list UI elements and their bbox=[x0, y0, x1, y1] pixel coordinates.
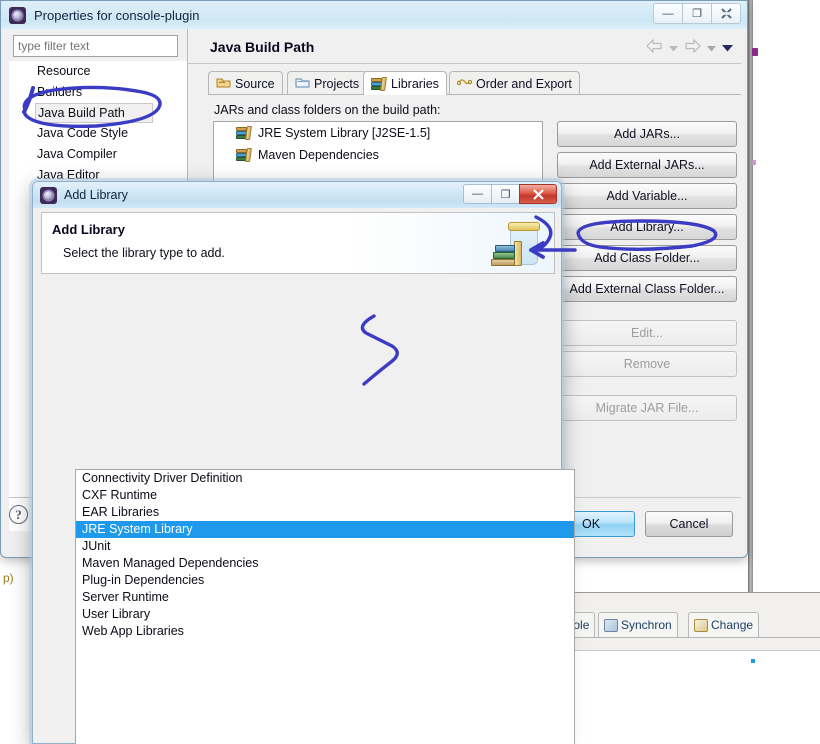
sidebar-item-java-build-path[interactable]: Java Build Path bbox=[35, 103, 153, 123]
tab-projects[interactable]: Projects bbox=[287, 71, 368, 95]
add-external-class-folder-button[interactable]: Add External Class Folder... bbox=[557, 276, 737, 302]
eclipse-icon bbox=[9, 6, 26, 24]
background-tab-change-sets[interactable]: Change bbox=[688, 612, 760, 637]
search-input[interactable] bbox=[13, 35, 178, 57]
list-item[interactable]: JUnit bbox=[76, 538, 574, 555]
background-editor-area bbox=[560, 650, 820, 744]
tab-label: Source bbox=[235, 76, 275, 91]
background-marker-1 bbox=[752, 48, 758, 56]
properties-titlebar[interactable]: Properties for console-plugin bbox=[1, 1, 747, 29]
list-item-label: JRE System Library [J2SE-1.5] bbox=[258, 126, 431, 140]
add-variable-button[interactable]: Add Variable... bbox=[557, 183, 737, 209]
remove-button[interactable]: Remove bbox=[557, 351, 737, 377]
list-item[interactable]: Maven Managed Dependencies bbox=[76, 555, 574, 572]
jar-lid bbox=[508, 222, 540, 231]
minimize-button[interactable]: — bbox=[653, 3, 683, 24]
classpath-list-label: JARs and class folders on the build path… bbox=[214, 103, 441, 117]
screen-root: onsole Synchron Change p) Properties for… bbox=[0, 0, 820, 744]
edit-button[interactable]: Edit... bbox=[557, 320, 737, 346]
source-folder-icon bbox=[216, 76, 231, 92]
jar-book bbox=[514, 241, 522, 266]
view-menu-chevron-down-icon[interactable] bbox=[722, 41, 733, 55]
minimize-button[interactable]: — bbox=[463, 184, 492, 204]
library-type-list[interactable]: Connectivity Driver Definition CXF Runti… bbox=[75, 469, 575, 744]
list-item-label: Maven Dependencies bbox=[258, 148, 379, 162]
add-library-header: Add Library Select the library type to a… bbox=[41, 212, 555, 274]
page-navigation bbox=[646, 38, 733, 56]
add-library-window-title: Add Library bbox=[64, 188, 128, 202]
tab-label: Projects bbox=[314, 76, 360, 91]
background-marker-2 bbox=[752, 160, 756, 165]
background-marker-3 bbox=[751, 659, 755, 663]
libraries-books-icon bbox=[371, 76, 387, 91]
jar-book bbox=[493, 252, 515, 259]
list-item[interactable]: JRE System Library [J2SE-1.5] bbox=[214, 122, 542, 144]
list-item[interactable]: Plug-in Dependencies bbox=[76, 572, 574, 589]
tab-source[interactable]: Source bbox=[208, 71, 283, 95]
wizard-title: Add Library bbox=[52, 222, 125, 237]
library-books-icon bbox=[236, 126, 252, 140]
tab-libraries[interactable]: Libraries bbox=[363, 71, 447, 95]
eclipse-icon bbox=[40, 186, 57, 204]
classpath-button-column: Add JARs... Add External JARs... Add Var… bbox=[557, 121, 737, 426]
help-glyph: ? bbox=[9, 505, 28, 524]
background-tab-label: Change bbox=[711, 618, 754, 632]
tab-order-and-export[interactable]: Order and Export bbox=[449, 71, 580, 95]
arrow-right-icon[interactable] bbox=[684, 38, 701, 56]
chevron-down-icon[interactable] bbox=[707, 41, 716, 55]
build-path-tabs: Source Projects Libraries Order and Expo… bbox=[208, 71, 741, 95]
chevron-down-icon[interactable] bbox=[669, 41, 678, 55]
background-tab-synchronize[interactable]: Synchron bbox=[598, 612, 678, 637]
list-item[interactable]: Web App Libraries bbox=[76, 623, 574, 640]
maximize-button[interactable]: ❐ bbox=[682, 3, 712, 24]
properties-window-buttons: — ❐ bbox=[653, 3, 741, 24]
library-books-icon bbox=[236, 148, 252, 162]
migrate-jar-file-button[interactable]: Migrate JAR File... bbox=[557, 395, 737, 421]
list-item-selected[interactable]: JRE System Library bbox=[76, 521, 574, 538]
background-tab-label: Synchron bbox=[621, 618, 672, 632]
list-item[interactable]: Server Runtime bbox=[76, 589, 574, 606]
header-separator bbox=[188, 63, 741, 64]
change-sets-icon bbox=[694, 618, 708, 632]
sidebar-item-resource[interactable]: Resource bbox=[9, 61, 187, 82]
close-glyph bbox=[720, 8, 732, 19]
list-item[interactable]: CXF Runtime bbox=[76, 487, 574, 504]
button-group-gap bbox=[557, 307, 737, 320]
close-icon[interactable] bbox=[711, 3, 741, 24]
arrow-left-icon[interactable] bbox=[646, 38, 663, 56]
tab-label: Order and Export bbox=[476, 76, 572, 91]
list-item[interactable]: EAR Libraries bbox=[76, 504, 574, 521]
add-library-window-buttons: — ❐ bbox=[463, 184, 557, 204]
maximize-button[interactable]: ❐ bbox=[491, 184, 520, 204]
wizard-subtitle: Select the library type to add. bbox=[63, 246, 225, 260]
add-class-folder-button[interactable]: Add Class Folder... bbox=[557, 245, 737, 271]
list-item[interactable]: Maven Dependencies bbox=[214, 144, 542, 166]
synchronize-icon bbox=[604, 618, 618, 632]
cancel-button[interactable]: Cancel bbox=[645, 511, 733, 537]
add-library-button[interactable]: Add Library... bbox=[557, 214, 737, 240]
background-window-edge bbox=[748, 0, 753, 620]
properties-window-title: Properties for console-plugin bbox=[34, 7, 200, 23]
tab-label: Libraries bbox=[391, 76, 439, 91]
add-external-jars-button[interactable]: Add External JARs... bbox=[557, 152, 737, 178]
sidebar-item-java-compiler[interactable]: Java Compiler bbox=[9, 144, 187, 165]
order-export-icon bbox=[456, 76, 473, 92]
background-partial-text: p) bbox=[3, 571, 14, 585]
add-jars-button[interactable]: Add JARs... bbox=[557, 121, 737, 147]
list-item[interactable]: Connectivity Driver Definition bbox=[76, 470, 574, 487]
list-item[interactable]: User Library bbox=[76, 606, 574, 623]
close-glyph bbox=[532, 188, 544, 200]
sidebar-item-java-code-style[interactable]: Java Code Style bbox=[9, 123, 187, 144]
add-library-dialog: Add Library — ❐ Add Library Select the l… bbox=[29, 178, 575, 744]
close-icon[interactable] bbox=[519, 184, 557, 204]
jar-book bbox=[491, 259, 515, 266]
button-group-gap bbox=[557, 382, 737, 395]
jar-book bbox=[495, 245, 515, 252]
projects-folder-icon bbox=[295, 76, 310, 92]
sidebar-item-builders[interactable]: Builders bbox=[9, 82, 187, 103]
jar-with-books-icon bbox=[488, 219, 540, 269]
